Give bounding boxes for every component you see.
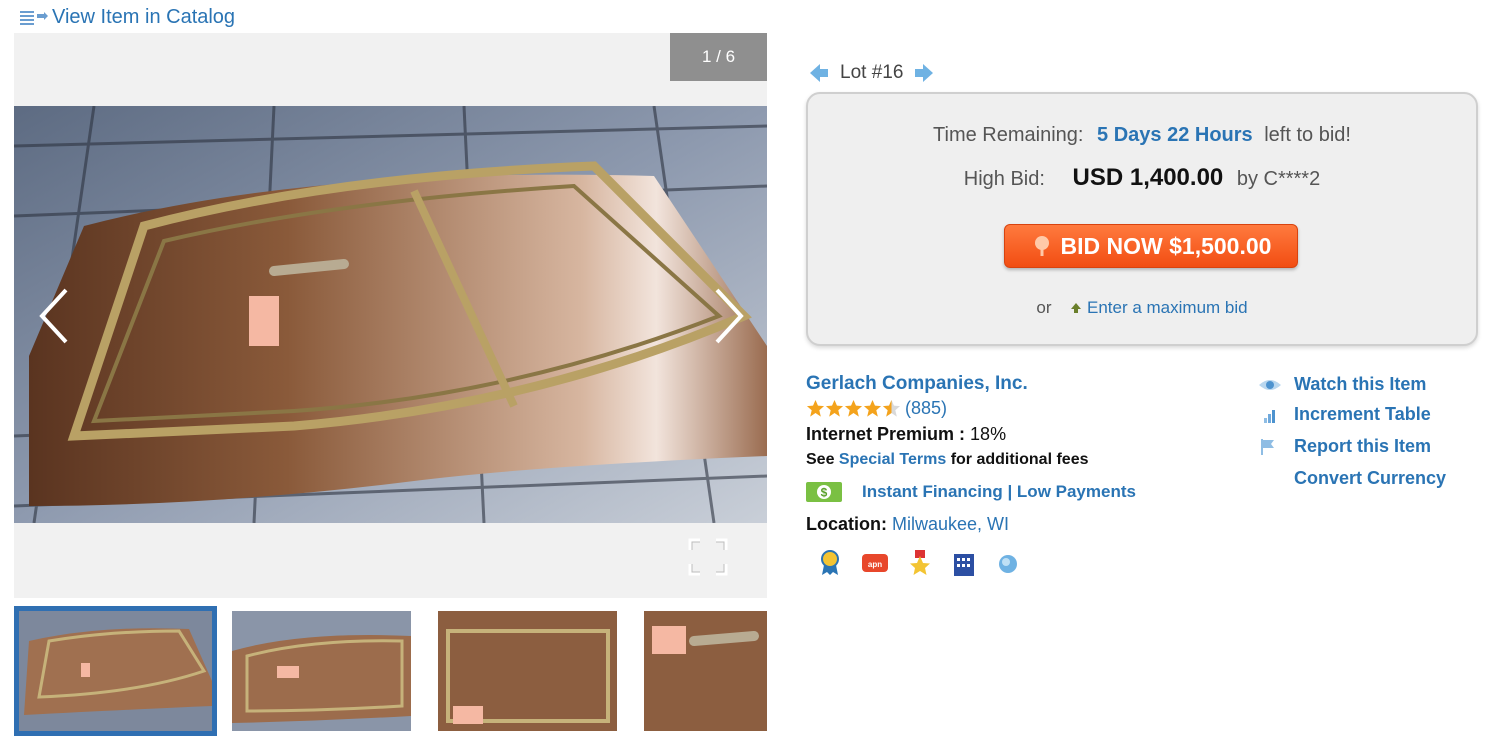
star-half-icon [882,399,901,417]
special-suffix: for additional fees [950,451,1089,468]
next-lot-arrow-icon[interactable] [913,62,935,84]
next-image-arrow[interactable] [707,286,747,346]
increment-table-label: Increment Table [1294,404,1431,424]
flag-icon [1261,438,1274,455]
special-terms-link[interactable]: Special Terms [839,451,946,468]
bar-chart-icon [1264,409,1275,423]
star-full-icon [825,399,844,417]
view-in-catalog-link[interactable]: View Item in Catalog [20,6,235,29]
max-bid-row: or Enter a maximum bid [808,298,1476,318]
premium-label: Internet Premium : [806,424,966,444]
view-in-catalog-label: View Item in Catalog [52,6,236,28]
eye-icon [1259,379,1281,390]
lot-navigation: Lot #16 [808,62,935,84]
thumbnail-1-selected[interactable] [14,606,217,736]
special-terms-row: See Special Terms for additional fees [806,451,1088,469]
watch-item-label: Watch this Item [1294,374,1427,394]
report-item-link[interactable]: Report this Item [1258,436,1431,457]
thumbnail-3[interactable] [438,611,617,731]
up-arrow-icon [1071,303,1082,313]
watch-item-link[interactable]: Watch this Item [1258,374,1426,395]
bid-panel: Time Remaining: 5 Days 22 Hours left to … [806,92,1478,346]
globe-badge-icon[interactable] [996,550,1020,576]
seller-name-link[interactable]: Gerlach Companies, Inc. [806,373,1028,395]
building-icon[interactable] [952,550,976,576]
catalog-list-icon [20,10,48,25]
special-prefix: See [806,451,835,468]
star-full-icon [806,399,825,417]
bid-now-label: BID NOW $1,500.00 [1060,232,1272,259]
financing-row: $ Instant Financing | Low Payments [806,482,1136,502]
thumbnail-4[interactable] [644,611,767,731]
thumbnail-4-image [644,611,767,731]
previous-lot-arrow-icon[interactable] [808,62,830,84]
thumbnail-2[interactable] [232,611,411,731]
high-bid-row: High Bid: USD 1,400.00 by C****2 [808,164,1476,192]
location-row: Location: Milwaukee, WI [806,514,1009,535]
star-medal-icon[interactable] [908,550,932,576]
high-bidder: by C****2 [1236,168,1321,190]
thumbnail-2-image [232,611,411,731]
premium-value: 18% [970,424,1007,444]
apn-badge-icon[interactable]: apn [862,550,888,576]
thumbnail-1-image [19,611,212,731]
review-count-link[interactable]: (885) [905,398,947,419]
paddle-icon [1034,236,1049,256]
copper-tray-photo [14,106,767,523]
instant-financing-link[interactable]: Instant Financing | Low Payments [862,482,1136,502]
svg-text:apn: apn [868,560,882,569]
time-remaining-suffix: left to bid! [1264,124,1351,146]
increment-table-link[interactable]: Increment Table [1258,404,1431,425]
star-full-icon [844,399,863,417]
report-item-label: Report this Item [1294,436,1432,456]
image-viewer: 1 / 6 [14,33,767,598]
internet-premium: Internet Premium : 18% [806,424,1006,445]
max-bid-link-label: Enter a maximum bid [1086,298,1248,317]
time-remaining-label: Time Remaining: [933,124,1084,146]
currency-icon-placeholder [1258,470,1282,488]
award-ribbon-icon[interactable] [818,550,842,576]
thumbnail-3-image [438,611,617,731]
money-icon: $ [806,482,842,502]
time-remaining-row: Time Remaining: 5 Days 22 Hours left to … [808,124,1476,147]
location-link[interactable]: Milwaukee, WI [892,514,1009,534]
main-item-photo[interactable] [14,106,767,523]
location-label: Location: [806,514,887,534]
seller-badges: apn [818,550,1040,576]
previous-image-arrow[interactable] [36,286,76,346]
svg-text:$: $ [821,486,828,500]
high-bid-label: High Bid: [963,168,1045,190]
high-bid-amount: USD 1,400.00 [1072,164,1224,191]
fullscreen-icon[interactable] [688,538,728,576]
image-counter: 1 / 6 [670,33,767,81]
or-text: or [1036,298,1052,317]
star-full-icon [863,399,882,417]
lot-number: Lot #16 [840,62,904,83]
max-bid-link[interactable]: Enter a maximum bid [1070,298,1248,317]
convert-currency-link[interactable]: Convert Currency [1258,468,1446,489]
seller-rating: (885) [806,398,947,419]
convert-currency-label: Convert Currency [1294,468,1447,488]
time-remaining-value: 5 Days 22 Hours [1097,124,1253,146]
bid-now-button[interactable]: BID NOW $1,500.00 [1004,224,1298,268]
